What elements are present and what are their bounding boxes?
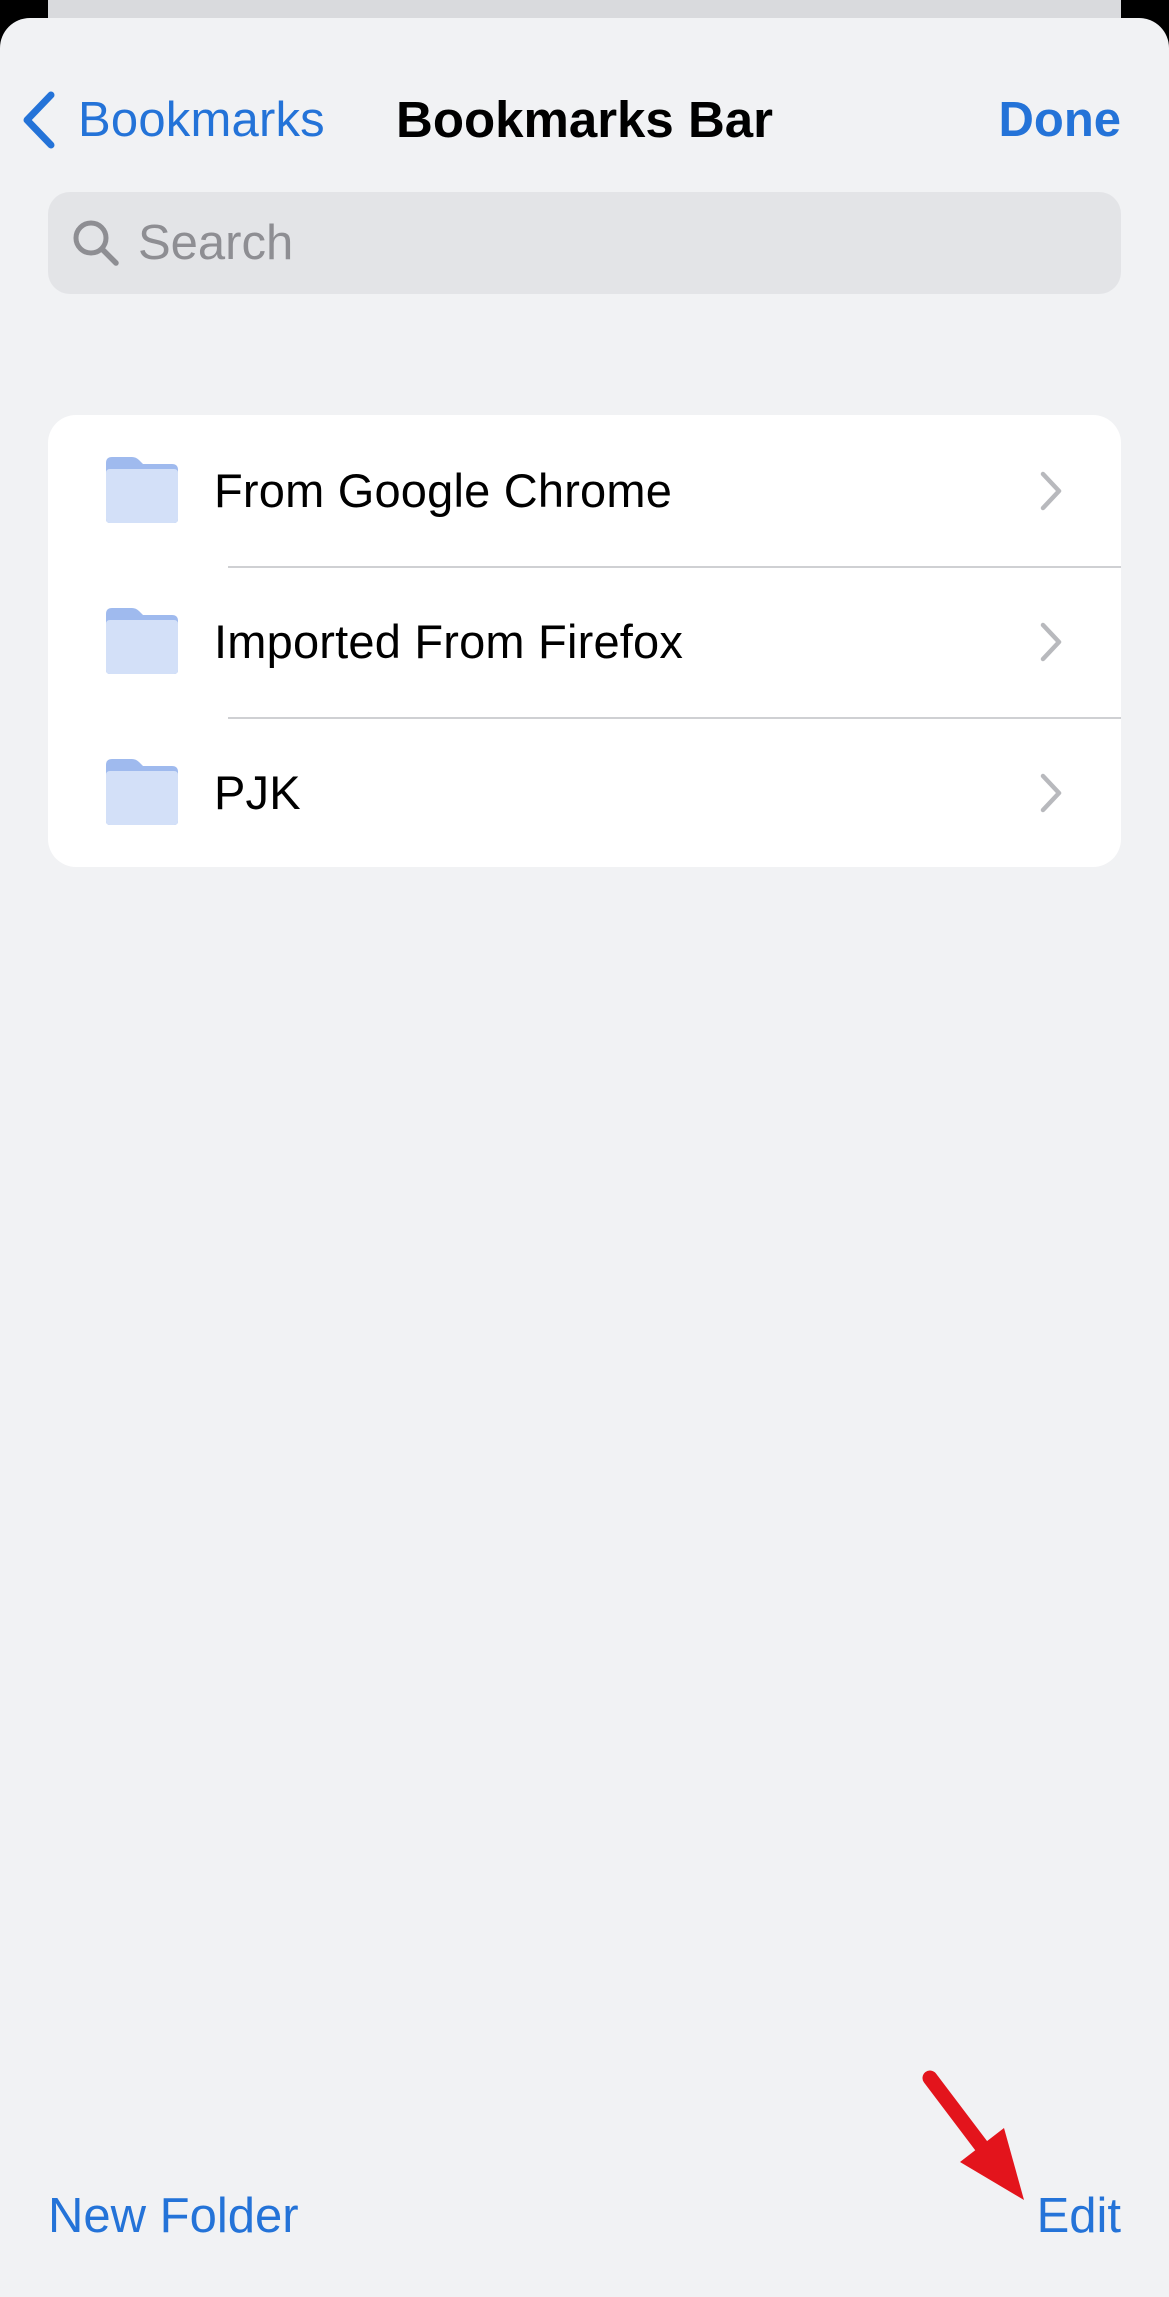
back-button-label: Bookmarks [78,93,325,147]
list-item-label: Imported From Firefox [214,615,684,668]
search-icon [68,215,124,271]
search-input[interactable] [136,214,1040,272]
list-item-from-google-chrome[interactable]: From Google Chrome [48,415,1121,566]
folder-icon [106,608,178,674]
chevron-right-icon [1040,622,1062,662]
chevron-right-icon [1040,773,1062,813]
edit-button[interactable]: Edit [1037,2188,1121,2244]
chevron-left-icon [23,91,55,149]
done-button[interactable]: Done [999,78,1122,162]
search-bar[interactable] [48,192,1121,294]
folder-list: From Google Chrome Imported From Firefox… [48,415,1121,867]
annotation-arrow-icon [922,2070,1024,2200]
folder-icon [106,457,178,523]
list-item-label: PJK [214,766,301,819]
list-item-label: From Google Chrome [214,464,673,517]
list-item-imported-from-firefox[interactable]: Imported From Firefox [48,566,1121,717]
new-folder-button[interactable]: New Folder [48,2188,299,2244]
list-item-pjk[interactable]: PJK [48,717,1121,867]
back-button[interactable]: Bookmarks [22,78,325,162]
chevron-right-icon [1040,471,1062,511]
bookmarks-sheet: Bookmarks Bookmarks Bar Done From Google… [0,18,1169,2297]
folder-icon [106,759,178,825]
